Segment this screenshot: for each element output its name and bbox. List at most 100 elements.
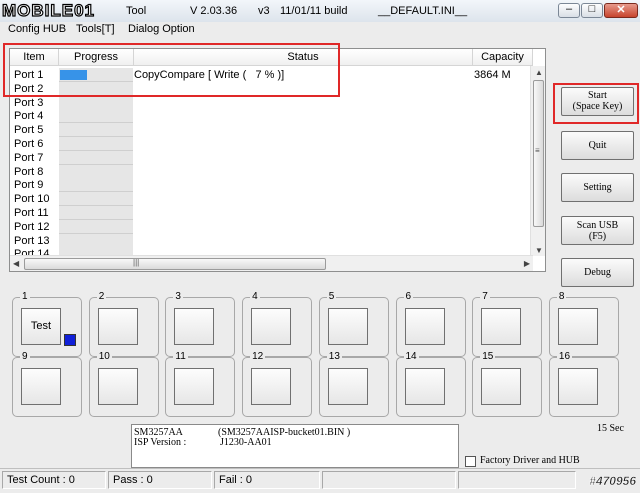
slot-15: 15: [472, 351, 543, 417]
progress-cell: [59, 178, 133, 193]
title-app-name: Tool: [126, 5, 147, 17]
slot-button[interactable]: [327, 368, 368, 405]
table-row[interactable]: Port 12: [10, 219, 530, 234]
table-row[interactable]: Port 13: [10, 233, 530, 248]
slot-number: 7: [480, 291, 490, 303]
slot-button[interactable]: [251, 308, 292, 345]
port-label: Port 2: [14, 82, 44, 95]
vertical-scroll-thumb[interactable]: ≡: [533, 80, 544, 227]
capacity-text: 3864 M: [474, 69, 511, 81]
quit-button[interactable]: Quit: [561, 131, 634, 160]
table-row[interactable]: Port 3: [10, 95, 530, 110]
start-label: Start: [588, 90, 607, 101]
slot-number: 11: [173, 351, 188, 363]
status-bar: Test Count : 0 Pass : 0 Fail : 0 #470956: [0, 468, 640, 493]
table-row[interactable]: Port 5: [10, 123, 530, 138]
port-label: Port 4: [14, 110, 44, 123]
grip-icon: |||: [133, 258, 140, 267]
slot-status-indicator: [64, 334, 76, 346]
port-label: Port 3: [14, 96, 44, 109]
quit-label: Quit: [588, 140, 607, 151]
progress-fill: [60, 70, 87, 80]
progress-cell: [59, 109, 133, 124]
column-capacity[interactable]: Capacity: [473, 49, 533, 66]
slot-button[interactable]: [481, 368, 522, 405]
slot-button[interactable]: [97, 308, 138, 345]
table-row[interactable]: Port 2: [10, 81, 530, 96]
slot-button[interactable]: [557, 368, 598, 405]
slot-button[interactable]: [174, 368, 215, 405]
scroll-left-icon[interactable]: ◀: [13, 259, 19, 268]
slot-number: 4: [250, 291, 260, 303]
slot-button[interactable]: [327, 308, 368, 345]
slot-11: 11: [165, 351, 236, 417]
setting-label: Setting: [583, 182, 612, 193]
table-row[interactable]: Port 11: [10, 206, 530, 220]
menu-config-hub[interactable]: Config HUB: [8, 23, 66, 35]
title-version: V 2.03.36: [190, 5, 238, 17]
menu-dialog-option[interactable]: Dialog Option: [128, 23, 195, 35]
maximize-button[interactable]: □: [581, 3, 603, 18]
setting-button[interactable]: Setting: [561, 173, 634, 202]
scroll-up-icon[interactable]: ▲: [535, 68, 543, 77]
slot-button[interactable]: [557, 308, 598, 345]
port-label: Port 9: [14, 179, 44, 192]
slot-3: 3: [165, 291, 236, 357]
progress-cell: [59, 68, 133, 82]
slot-6: 6: [395, 291, 466, 357]
slot-number: 3: [173, 291, 183, 303]
progress-cell: [59, 219, 133, 234]
minimize-button[interactable]: –: [558, 3, 580, 18]
vertical-scrollbar[interactable]: ▲ ≡ ▼: [530, 66, 545, 256]
scan-usb-button[interactable]: Scan USB (F5): [561, 216, 634, 245]
slot-button[interactable]: [404, 368, 445, 405]
slot-button[interactable]: [404, 308, 445, 345]
status-cell-empty-2: [458, 471, 576, 489]
slot-button[interactable]: [251, 368, 292, 405]
debug-button[interactable]: Debug: [561, 258, 634, 287]
slot-number: 9: [20, 351, 30, 363]
isp-version-label: ISP Version :: [134, 437, 187, 448]
port-list[interactable]: Item Progress Status Capacity Port 1 Copy…: [9, 48, 546, 272]
scroll-right-icon[interactable]: ▶: [524, 259, 530, 268]
factory-driver-label: Factory Driver and HUB: [480, 455, 580, 466]
progress-cell: [59, 192, 133, 207]
table-row[interactable]: Port 7: [10, 150, 530, 165]
start-button[interactable]: Start (Space Key): [561, 87, 634, 116]
slot-button[interactable]: [97, 368, 138, 405]
horizontal-scrollbar[interactable]: ◀ ||| ▶: [10, 255, 533, 271]
table-row[interactable]: Port 10: [10, 192, 530, 207]
logo-text: MOBILE01: [1, 0, 96, 20]
slot-13: 13: [318, 351, 389, 417]
close-button[interactable]: ✕: [604, 3, 638, 18]
chip-info-box: SM3257AA (SM3257AAISP-bucket01.BIN ) ISP…: [131, 424, 459, 468]
column-status[interactable]: Status: [134, 49, 473, 66]
maximize-icon: □: [588, 3, 596, 15]
scroll-down-icon[interactable]: ▼: [535, 246, 543, 255]
slot-number: 6: [403, 291, 414, 303]
column-item[interactable]: Item: [10, 49, 59, 66]
slot-button[interactable]: [174, 308, 215, 345]
horizontal-scroll-thumb[interactable]: |||: [24, 258, 326, 270]
factory-driver-checkbox[interactable]: [465, 456, 476, 467]
slot-button[interactable]: [21, 368, 61, 405]
table-row[interactable]: Port 9: [10, 178, 530, 193]
table-row[interactable]: Port 6: [10, 137, 530, 151]
table-row[interactable]: Port 4: [10, 109, 530, 124]
minimize-icon: –: [565, 3, 573, 15]
port-label: Port 13: [14, 234, 50, 247]
progress-cell: [59, 164, 133, 179]
progress-cell: [59, 206, 133, 220]
title-build: 11/01/11 build: [280, 5, 348, 17]
table-row[interactable]: Port 1 CopyCompare [ Write ( 7 % )] 3864 M: [10, 68, 530, 82]
slot-button[interactable]: Test: [21, 308, 61, 345]
slot-9: 9: [12, 351, 82, 417]
menu-tools[interactable]: Tools[T]: [76, 23, 115, 35]
title-bar: MOBILE01 Tool V 2.03.36 v3 11/01/11 buil…: [0, 0, 640, 22]
table-row[interactable]: Port 8: [10, 164, 530, 179]
slot-button[interactable]: [481, 308, 522, 345]
progress-cell: [59, 123, 133, 138]
column-progress[interactable]: Progress: [59, 49, 134, 66]
status-text: CopyCompare [ Write ( 7 % )]: [134, 69, 285, 81]
close-icon: ✕: [616, 4, 626, 16]
